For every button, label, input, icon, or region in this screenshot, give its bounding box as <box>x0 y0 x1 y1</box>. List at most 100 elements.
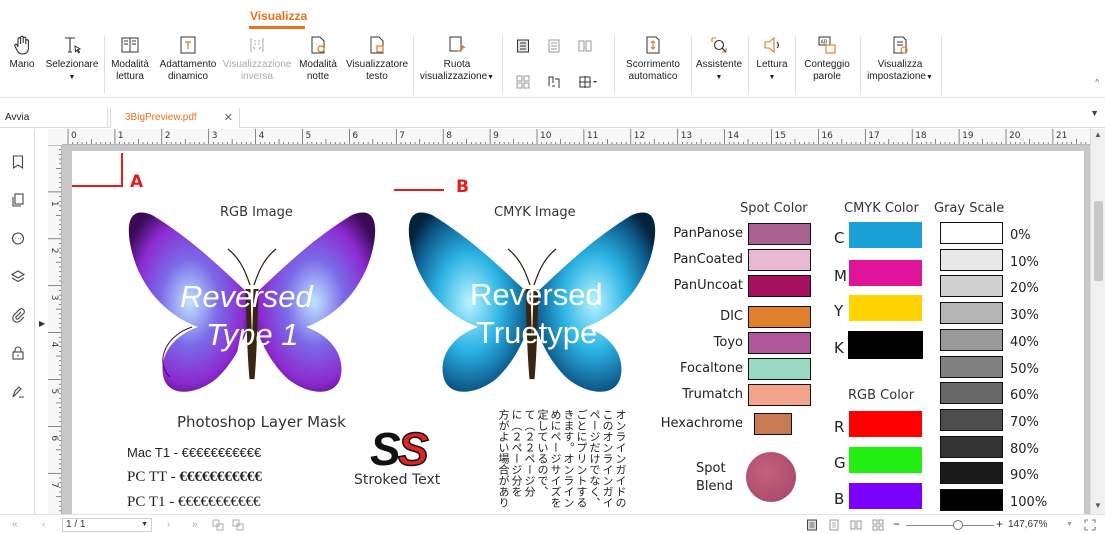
facing-view-icon[interactable] <box>850 519 862 531</box>
japanese-text-column: ごとにプリントする <box>575 409 588 508</box>
japanese-text-column: に（２ページ分を <box>510 409 523 497</box>
assistant-button[interactable]: Assistente ▼ <box>694 34 744 84</box>
continuous-facing-icon[interactable] <box>515 74 531 90</box>
auto-scroll-button[interactable]: Scorrimento automatico <box>618 34 688 83</box>
tab-document[interactable]: 3BigPreview.pdf ✕ <box>110 108 240 128</box>
pc-tt-line: PC TT - €€€€€€€€€€€ <box>127 469 262 486</box>
view-settings-button[interactable]: Visualizza impostazione▼ <box>863 34 937 84</box>
ruler-label: 15 <box>775 131 786 141</box>
rgb-color-swatch <box>848 482 923 510</box>
cmyk-channel-label: M <box>834 267 847 285</box>
japanese-text-column: きます。オンライン <box>562 409 575 508</box>
zoom-chevron-down-icon[interactable]: ▼ <box>1066 521 1073 528</box>
gray-scale-label: 0% <box>1010 228 1031 243</box>
extract-page-icon[interactable] <box>232 519 244 531</box>
first-page-icon[interactable]: « <box>12 519 18 530</box>
tab-home[interactable]: Avvia <box>0 108 108 128</box>
gray-scale-swatch <box>940 408 1003 431</box>
ribbon-separator <box>413 36 414 94</box>
layers-icon[interactable] <box>10 269 26 285</box>
cmyk-channel-label: C <box>834 229 845 247</box>
inverse-view-icon <box>250 38 264 52</box>
spot-color-swatch <box>748 358 811 380</box>
continuous-page-icon[interactable] <box>546 38 562 54</box>
word-count-label-1: Conteggio <box>804 59 850 70</box>
zoom-slider-track[interactable] <box>906 525 994 526</box>
rotate-view-button[interactable]: Ruota visualizzazione▼ <box>417 34 497 84</box>
scroll-up-icon[interactable]: ▲ <box>1094 130 1102 139</box>
last-page-icon[interactable]: » <box>192 519 198 530</box>
page-number-input[interactable]: 1 / 1 ▼ <box>62 518 152 532</box>
marker-a: A <box>130 172 144 192</box>
spot-blend-label-2: Blend <box>696 479 734 494</box>
zoom-slider-handle[interactable] <box>953 520 963 530</box>
pages-icon[interactable] <box>10 192 26 208</box>
vertical-scrollbar[interactable]: ▲ ▼ <box>1090 129 1105 514</box>
single-page-icon[interactable] <box>515 38 531 54</box>
copy-page-icon[interactable] <box>212 519 224 531</box>
facing-page-icon[interactable] <box>577 38 593 54</box>
word-count-button[interactable]: AB Conteggio parole <box>798 34 856 83</box>
single-page-view-icon[interactable] <box>806 519 818 531</box>
gray-scale-label: 20% <box>1010 281 1039 297</box>
close-icon[interactable]: ✕ <box>224 108 233 128</box>
ruler-label: 14 <box>728 131 740 141</box>
chevron-down-icon[interactable]: ▼ <box>141 519 148 531</box>
rgb-channel-label: B <box>834 490 845 508</box>
euro-glyphs-3: €€€€€€€€€€€ <box>177 494 261 510</box>
hand-tool-label: Mano <box>9 59 35 70</box>
bookmark-icon[interactable] <box>10 154 26 170</box>
inverse-view-button[interactable]: Visualizzazione inversa <box>222 34 292 83</box>
euro-glyphs-2: €€€€€€€€€€€ <box>179 469 262 485</box>
attachment-icon[interactable] <box>10 307 26 323</box>
document-viewport[interactable]: A B RGB Image CMYK Image Reversed Type 1 <box>62 145 1090 514</box>
zoom-level[interactable]: 147,67% <box>1008 519 1047 530</box>
cmyk-color-title: CMYK Color <box>844 201 919 216</box>
ruler-label: 2 <box>165 131 171 141</box>
ruler-label: 0 <box>71 131 77 141</box>
spot-color-swatch <box>748 275 811 297</box>
ruler-label: 1 <box>49 201 59 207</box>
reflow-label-2: dinamico <box>167 71 209 82</box>
scroll-down-icon[interactable]: ▼ <box>1094 501 1102 510</box>
text-viewer-button[interactable]: Visualizzatore testo <box>344 34 410 83</box>
reading-mode-button[interactable]: Modalità lettura <box>106 34 154 83</box>
tab-visualizza[interactable]: Visualizza <box>250 9 307 23</box>
fullscreen-icon[interactable] <box>1084 519 1096 531</box>
spot-color-swatch <box>748 249 811 271</box>
spot-color-swatch <box>754 413 792 435</box>
reflow-button[interactable]: Adattamento dinamico <box>156 34 220 83</box>
read-aloud-button[interactable]: Lettura ▼ <box>752 34 792 84</box>
continuous-view-icon[interactable] <box>828 519 840 531</box>
split-page-icon[interactable] <box>546 74 562 90</box>
gray-scale-swatch <box>940 222 1003 244</box>
cmyk-channel-label: K <box>834 339 844 357</box>
lock-icon[interactable] <box>10 345 26 361</box>
expand-panel-icon[interactable]: ▶ <box>39 319 45 328</box>
chevron-down-icon: ▼ <box>925 74 933 81</box>
night-mode-button[interactable]: Modalità notte <box>294 34 342 83</box>
assistant-label: Assistente <box>695 59 743 70</box>
rgb-color-title: RGB Color <box>848 388 915 403</box>
continuous-facing-view-icon[interactable] <box>872 519 884 531</box>
split-view-icon[interactable] <box>577 74 599 90</box>
ruler-ticks: 0 1 2 3 4 5 6 7 8 9 10 11 12 13 14 15 16 17 18 19 20 21 <box>67 129 1087 144</box>
spot-color-label: Trumatch <box>682 387 743 402</box>
gray-scale-swatch <box>940 355 1003 378</box>
chevron-down-icon: ▼ <box>768 74 776 81</box>
app-window: Visualizza Mano Selezionare ▼ Modalità let… <box>0 0 1105 534</box>
previous-page-icon[interactable]: ‹ <box>42 519 45 530</box>
scroll-thumb[interactable] <box>1094 201 1103 281</box>
next-page-icon[interactable]: › <box>167 519 170 530</box>
view-settings-icon <box>893 36 908 54</box>
tab-list-chevron-icon[interactable]: ▼ <box>1090 108 1099 118</box>
zoom-out-button[interactable]: − <box>893 517 900 531</box>
zoom-in-button[interactable]: + <box>996 517 1003 531</box>
hand-tool-button[interactable]: Mano <box>4 34 40 71</box>
select-tool-button[interactable]: Selezionare ▼ <box>44 34 100 84</box>
comments-icon[interactable] <box>10 231 26 247</box>
signature-icon[interactable] <box>10 384 26 400</box>
collapse-ribbon-icon[interactable]: ^ <box>1095 78 1099 87</box>
spot-color-swatch <box>748 332 811 354</box>
ruler-label: 5 <box>49 389 59 395</box>
